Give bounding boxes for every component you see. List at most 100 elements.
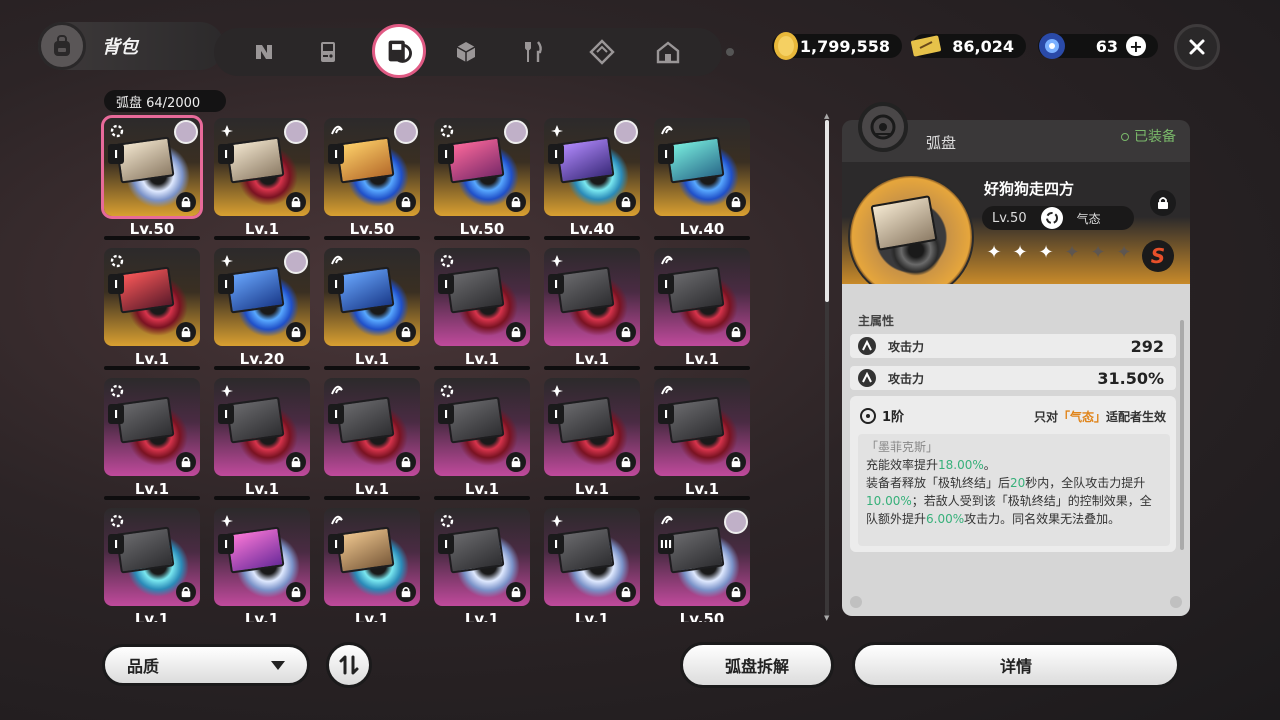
disc-card[interactable]: I Lv.1 <box>654 378 750 500</box>
disc-card[interactable]: I Lv.50 <box>324 118 420 240</box>
disc-card[interactable]: I Lv.1 <box>544 508 640 622</box>
lock-icon[interactable] <box>286 452 306 472</box>
disc-card[interactable]: I Lv.1 <box>214 378 310 500</box>
detail-scrollbar[interactable] <box>1180 320 1184 550</box>
sort-order-button[interactable] <box>326 642 372 688</box>
disc-card[interactable]: I Lv.1 <box>104 378 200 500</box>
disc-card[interactable]: I Lv.1 <box>324 248 420 370</box>
quality-filter-dropdown[interactable]: 品质 <box>102 644 310 686</box>
stat-value: 31.50% <box>1097 368 1164 388</box>
lock-icon[interactable] <box>616 582 636 602</box>
disc-art: I <box>104 378 200 476</box>
disc-card[interactable]: I Lv.50 <box>101 115 203 240</box>
restriction-attribute: 「气态」 <box>1057 410 1106 424</box>
agent-avatar <box>614 120 638 144</box>
lock-icon[interactable] <box>506 322 526 342</box>
lock-icon[interactable] <box>286 322 306 342</box>
disc-card[interactable]: I Lv.20 <box>214 248 310 370</box>
disc-level: Lv.1 <box>434 348 530 370</box>
tab-drive[interactable] <box>246 34 282 70</box>
gold-coin-counter: 1,799,558 <box>772 32 902 60</box>
lock-icon[interactable] <box>726 192 746 212</box>
disc-card[interactable]: I Lv.1 <box>104 508 200 622</box>
lock-icon[interactable] <box>396 192 416 212</box>
attribute-icon <box>658 252 676 270</box>
disc-card[interactable]: I Lv.1 <box>434 508 530 622</box>
disc-card[interactable]: I Lv.1 <box>544 378 640 500</box>
lock-icon[interactable] <box>176 582 196 602</box>
polychrome-icon <box>1039 33 1065 59</box>
effect-value: 6.00% <box>926 512 965 526</box>
set-effect-text: 「墨菲克斯」 充能效率提升18.00%。 装备者释放「极轨终结」后20秒内，全队… <box>858 434 1170 546</box>
set-effect-line: 装备者释放「极轨终结」后20秒内，全队攻击力提升10.00%；若敌人受到该「极轨… <box>866 474 1162 528</box>
tab-material[interactable] <box>584 34 620 70</box>
lock-icon[interactable] <box>616 192 636 212</box>
disc-card[interactable]: III Lv.50 <box>654 508 750 622</box>
attribute-icon <box>658 512 676 530</box>
close-button[interactable] <box>1174 24 1220 70</box>
ticket-counter: 86,024 <box>911 34 1026 58</box>
level-attribute-pill: Lv.50 气态 <box>982 206 1134 230</box>
disc-card[interactable]: I Lv.1 <box>434 248 530 370</box>
disc-card[interactable]: I Lv.40 <box>654 118 750 240</box>
disc-card[interactable]: I Lv.1 <box>434 378 530 500</box>
rank-badge: I <box>108 274 124 294</box>
lock-icon[interactable] <box>286 582 306 602</box>
disc-card[interactable]: I Lv.1 <box>544 248 640 370</box>
lock-icon[interactable] <box>506 582 526 602</box>
lock-icon[interactable] <box>726 322 746 342</box>
disc-card[interactable]: I Lv.1 <box>214 508 310 622</box>
lock-icon[interactable] <box>726 452 746 472</box>
attribute-icon <box>548 252 566 270</box>
lock-icon[interactable] <box>176 322 196 342</box>
disc-case-image <box>335 526 395 574</box>
disc-card[interactable]: I Lv.1 <box>324 508 420 622</box>
equipped-status: 已装备 <box>1121 126 1176 146</box>
tab-disc[interactable] <box>372 24 426 78</box>
sort-arrows-icon <box>339 655 359 675</box>
tab-home[interactable] <box>650 34 686 70</box>
add-polychrome-button[interactable]: + <box>1126 36 1146 56</box>
disc-card[interactable]: I Lv.1 <box>654 248 750 370</box>
lock-icon[interactable] <box>616 452 636 472</box>
scroll-down-arrow[interactable]: ▼ <box>824 614 829 622</box>
details-button[interactable]: 详情 <box>852 642 1180 688</box>
disc-level: Lv.20 <box>214 348 310 370</box>
lock-icon[interactable] <box>176 192 196 212</box>
disc-card[interactable]: I Lv.50 <box>434 118 530 240</box>
tab-food[interactable] <box>516 34 552 70</box>
scroll-up-arrow[interactable]: ▲ <box>824 112 829 120</box>
set-bonus-box: 1阶 只对「气态」适配者生效 「墨菲克斯」 充能效率提升18.00%。 装备者释… <box>850 396 1176 552</box>
stat-name: 攻击力 <box>888 371 925 386</box>
tab-box[interactable] <box>448 34 484 70</box>
disc-art: I <box>324 378 420 476</box>
lock-icon[interactable] <box>616 322 636 342</box>
disc-name: 好狗狗走四方 <box>984 180 1075 198</box>
disc-card[interactable]: I Lv.1 <box>104 248 200 370</box>
disc-card[interactable]: I Lv.1 <box>214 118 310 240</box>
lock-icon[interactable] <box>176 452 196 472</box>
lock-icon[interactable] <box>286 192 306 212</box>
lock-icon[interactable] <box>396 582 416 602</box>
grid-scroll-thumb[interactable] <box>825 120 829 302</box>
lock-toggle[interactable] <box>1150 190 1176 216</box>
lock-icon[interactable] <box>396 322 416 342</box>
agent-avatar <box>504 120 528 144</box>
lock-icon[interactable] <box>506 452 526 472</box>
rank-badge: I <box>548 404 564 424</box>
lock-icon[interactable] <box>726 582 746 602</box>
lock-icon[interactable] <box>506 192 526 212</box>
lock-icon[interactable] <box>396 452 416 472</box>
attribute-icon <box>108 122 126 140</box>
disc-card[interactable]: I Lv.40 <box>544 118 640 240</box>
handheld-console-icon <box>321 42 335 62</box>
attribute-icon <box>548 512 566 530</box>
dismantle-button[interactable]: 弧盘拆解 <box>680 642 834 688</box>
tab-gamepad[interactable] <box>310 34 346 70</box>
attribute-icon <box>218 382 236 400</box>
disc-grid: I Lv.50 I Lv.1 I Lv.50 I Lv.50 I Lv.40 I Lv.40 I Lv.1… <box>98 114 758 622</box>
effect-value: 10.00% <box>866 494 912 508</box>
disc-card[interactable]: I Lv.1 <box>324 378 420 500</box>
disc-case-image <box>335 136 395 184</box>
attribute-icon <box>548 122 566 140</box>
